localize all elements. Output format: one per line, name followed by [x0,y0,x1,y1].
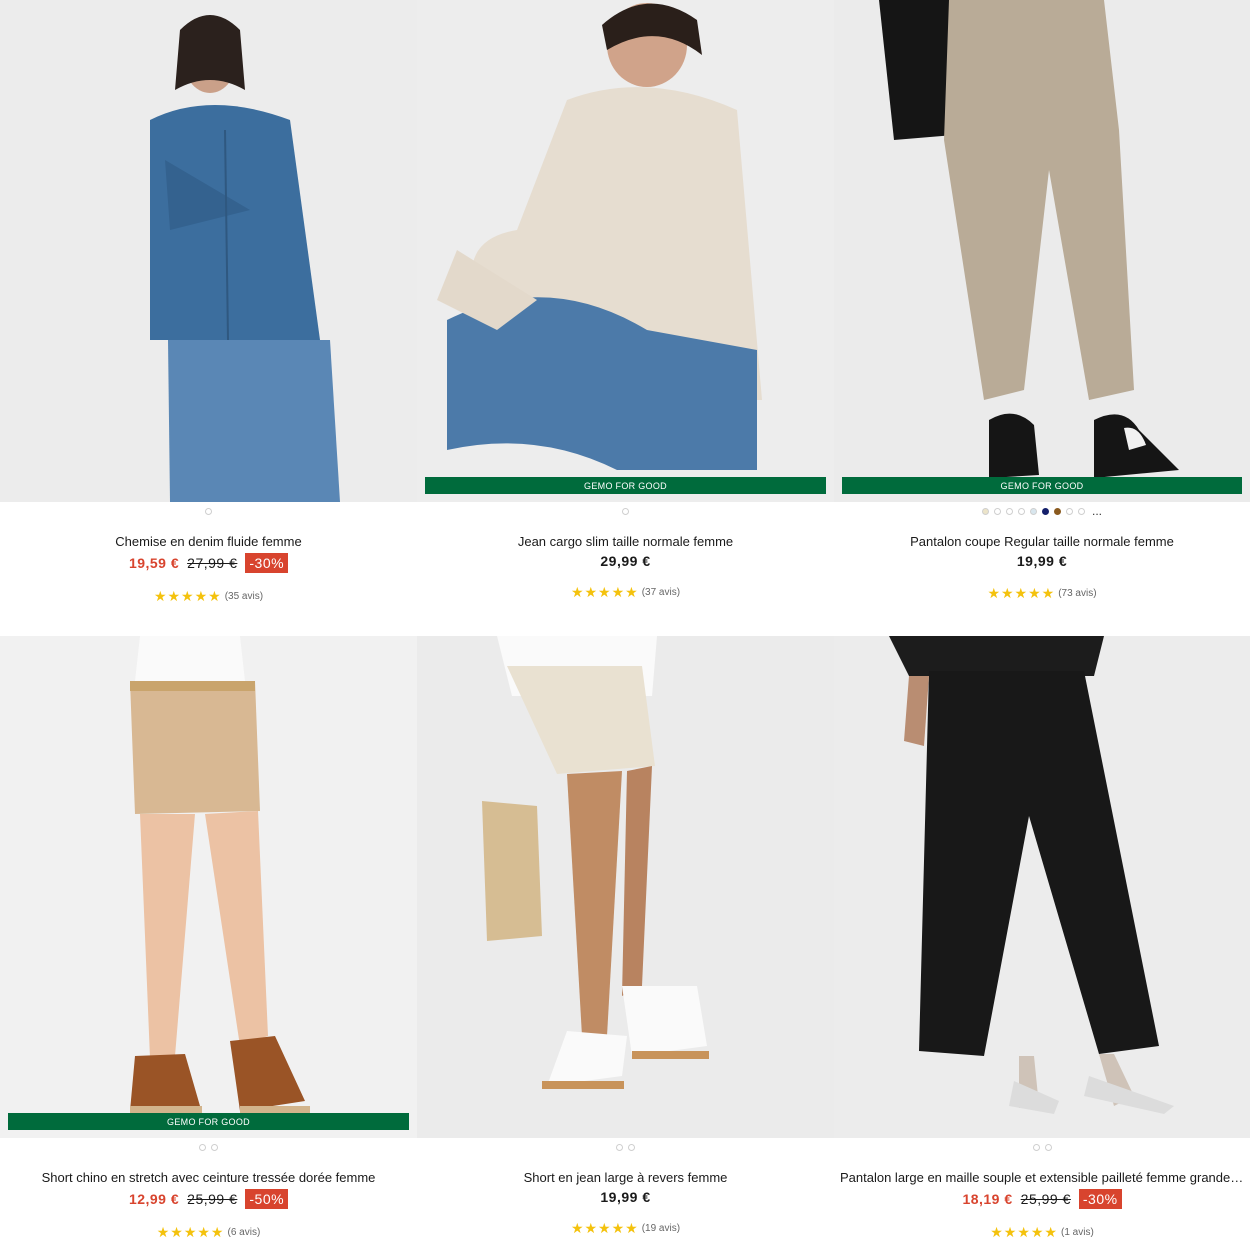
price: 29,99 € [600,553,651,569]
color-swatch[interactable] [1032,1143,1040,1151]
product-image[interactable]: GEMO FOR GOOD [834,0,1250,502]
color-swatch[interactable] [1065,507,1073,515]
price: 19,99 € [600,1189,651,1205]
price-block: 29,99 € [417,553,834,569]
old-price: 25,99 € [187,1191,238,1207]
color-swatch[interactable] [211,1143,218,1151]
discount-badge: -30% [245,553,289,573]
price-block: 19,99 € [417,1189,834,1205]
rating: ★★★★★ (19 avis) [417,1220,834,1237]
gemo-for-good-badge: GEMO FOR GOOD [425,477,826,494]
star-rating-icon: ★★★★★ [570,1220,639,1236]
review-count[interactable]: (73 avis) [1058,588,1096,599]
color-swatch[interactable] [1044,1143,1052,1151]
product-image[interactable]: GEMO FOR GOOD [0,636,417,1138]
rating: ★★★★★ (37 avis) [417,584,834,601]
product-name[interactable]: Pantalon large en maille souple et exten… [840,1170,1244,1185]
review-count[interactable]: (19 avis) [642,1223,680,1234]
color-swatch[interactable] [199,1143,206,1151]
star-rating-icon: ★★★★★ [990,1224,1058,1240]
price: 19,99 € [1016,553,1068,569]
color-swatches [0,506,417,516]
product-name[interactable]: Chemise en denim fluide femme [6,534,411,549]
product-image[interactable] [0,0,417,502]
product-image[interactable] [834,636,1250,1138]
gemo-for-good-badge: GEMO FOR GOOD [8,1113,409,1130]
review-count[interactable]: (1 avis) [1061,1227,1094,1238]
product-grid: Chemise en denim fluide femme 19,59 € 27… [0,0,1250,1241]
color-swatches [834,1142,1250,1152]
color-swatches: ... [834,505,1250,517]
sale-price: 12,99 € [128,1191,180,1207]
gemo-for-good-badge: GEMO FOR GOOD [842,477,1242,494]
color-swatch[interactable] [993,507,1001,515]
product-image[interactable] [417,636,834,1138]
color-swatch[interactable] [622,507,629,515]
rating: ★★★★★ (1 avis) [834,1224,1250,1241]
sale-price: 18,19 € [962,1191,1013,1207]
discount-badge: -50% [245,1189,289,1209]
rating: ★★★★★ (35 avis) [0,588,417,605]
more-colors[interactable]: ... [1092,505,1102,517]
star-rating-icon: ★★★★★ [570,584,639,600]
rating: ★★★★★ (6 avis) [0,1224,417,1241]
sale-price: 19,59 € [128,555,180,571]
color-swatches [417,1142,834,1152]
color-swatch[interactable] [1017,507,1025,515]
product-name[interactable]: Short chino en stretch avec ceinture tre… [6,1170,411,1185]
review-count[interactable]: (6 avis) [227,1227,260,1238]
product-name[interactable]: Short en jean large à revers femme [423,1170,828,1185]
color-swatch[interactable] [1053,507,1061,515]
color-swatch[interactable] [628,1143,635,1151]
color-swatches [417,506,834,516]
old-price: 27,99 € [187,555,238,571]
discount-badge: -30% [1078,1189,1122,1209]
price-block: 19,59 € 27,99 € -30% [0,553,417,573]
color-swatch[interactable] [1029,507,1037,515]
color-swatch[interactable] [1077,507,1085,515]
color-swatch[interactable] [981,507,989,515]
color-swatches [0,1142,417,1152]
color-swatch[interactable] [616,1143,623,1151]
product-name[interactable]: Pantalon coupe Regular taille normale fe… [840,534,1244,549]
old-price: 25,99 € [1020,1191,1071,1207]
price-block: 12,99 € 25,99 € -50% [0,1189,417,1209]
review-count[interactable]: (35 avis) [225,591,263,602]
star-rating-icon: ★★★★★ [156,1224,225,1240]
review-count[interactable]: (37 avis) [642,587,680,598]
rating: ★★★★★ (73 avis) [834,585,1250,602]
color-swatch[interactable] [1041,507,1049,515]
product-image[interactable]: GEMO FOR GOOD [417,0,834,502]
color-swatch[interactable] [1005,507,1013,515]
star-rating-icon: ★★★★★ [153,588,222,604]
price-block: 19,99 € [834,553,1250,569]
product-name[interactable]: Jean cargo slim taille normale femme [423,534,828,549]
color-swatch[interactable] [205,507,212,515]
star-rating-icon: ★★★★★ [987,585,1056,601]
price-block: 18,19 € 25,99 € -30% [834,1189,1250,1209]
